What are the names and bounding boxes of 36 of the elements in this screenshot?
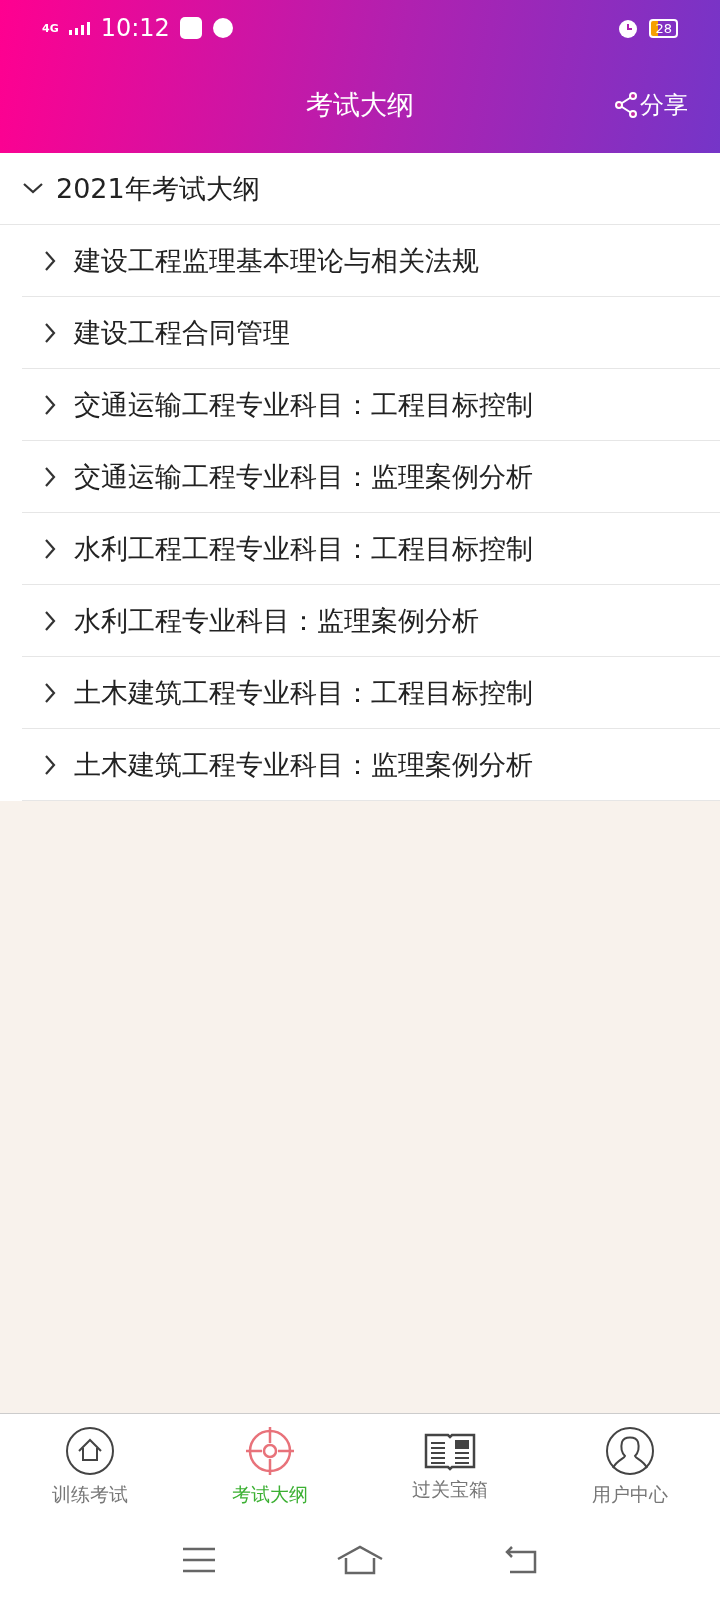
tab[interactable]: 训练考试 xyxy=(0,1414,180,1519)
clock: 10:12 xyxy=(100,14,170,42)
tree-item[interactable]: 水利工程工程专业科目：工程目标控制 xyxy=(22,513,720,585)
notification-icon xyxy=(179,17,202,39)
share-button[interactable]: 分享 xyxy=(608,87,694,122)
home-icon[interactable] xyxy=(336,1544,384,1575)
tree-item[interactable]: 2021年考试大纲 xyxy=(0,153,720,225)
tree-item[interactable]: 土木建筑工程专业科目：工程目标控制 xyxy=(22,657,720,729)
tree-item-label: 水利工程专业科目：监理案例分析 xyxy=(74,603,479,638)
tree-item-label: 2021年考试大纲 xyxy=(56,171,260,206)
tree-item-label: 建设工程合同管理 xyxy=(74,315,290,350)
tree-item[interactable]: 土木建筑工程专业科目：监理案例分析 xyxy=(22,729,720,801)
tree-item-label: 土木建筑工程专业科目：监理案例分析 xyxy=(74,747,533,782)
menu-icon[interactable] xyxy=(182,1546,216,1573)
page-title: 考试大纲 xyxy=(306,87,414,122)
tree-item-label: 土木建筑工程专业科目：工程目标控制 xyxy=(74,675,533,710)
alarm-icon xyxy=(617,17,640,39)
network-label: 4G xyxy=(42,21,59,35)
share-icon xyxy=(614,91,638,118)
user-icon xyxy=(605,1425,655,1476)
signal-icon xyxy=(68,21,91,35)
tree-item[interactable]: 交通运输工程专业科目：工程目标控制 xyxy=(22,369,720,441)
tree-item-label: 建设工程监理基本理论与相关法规 xyxy=(74,243,479,278)
tree-item[interactable]: 交通运输工程专业科目：监理案例分析 xyxy=(22,441,720,513)
back-icon[interactable] xyxy=(504,1545,538,1574)
tree-item-label: 水利工程工程专业科目：工程目标控制 xyxy=(74,531,533,566)
tree-item[interactable]: 水利工程专业科目：监理案例分析 xyxy=(22,585,720,657)
notification-icon xyxy=(211,17,234,39)
house-icon xyxy=(65,1425,115,1476)
crosshair-icon xyxy=(245,1425,295,1476)
tab[interactable]: 用户中心 xyxy=(540,1414,720,1519)
tree-item-label: 交通运输工程专业科目：工程目标控制 xyxy=(74,387,533,422)
tree-item[interactable]: 建设工程监理基本理论与相关法规 xyxy=(22,225,720,297)
tab[interactable]: 过关宝箱 xyxy=(360,1414,540,1519)
tree-item-label: 交通运输工程专业科目：监理案例分析 xyxy=(74,459,533,494)
tree-item[interactable]: 建设工程合同管理 xyxy=(22,297,720,369)
